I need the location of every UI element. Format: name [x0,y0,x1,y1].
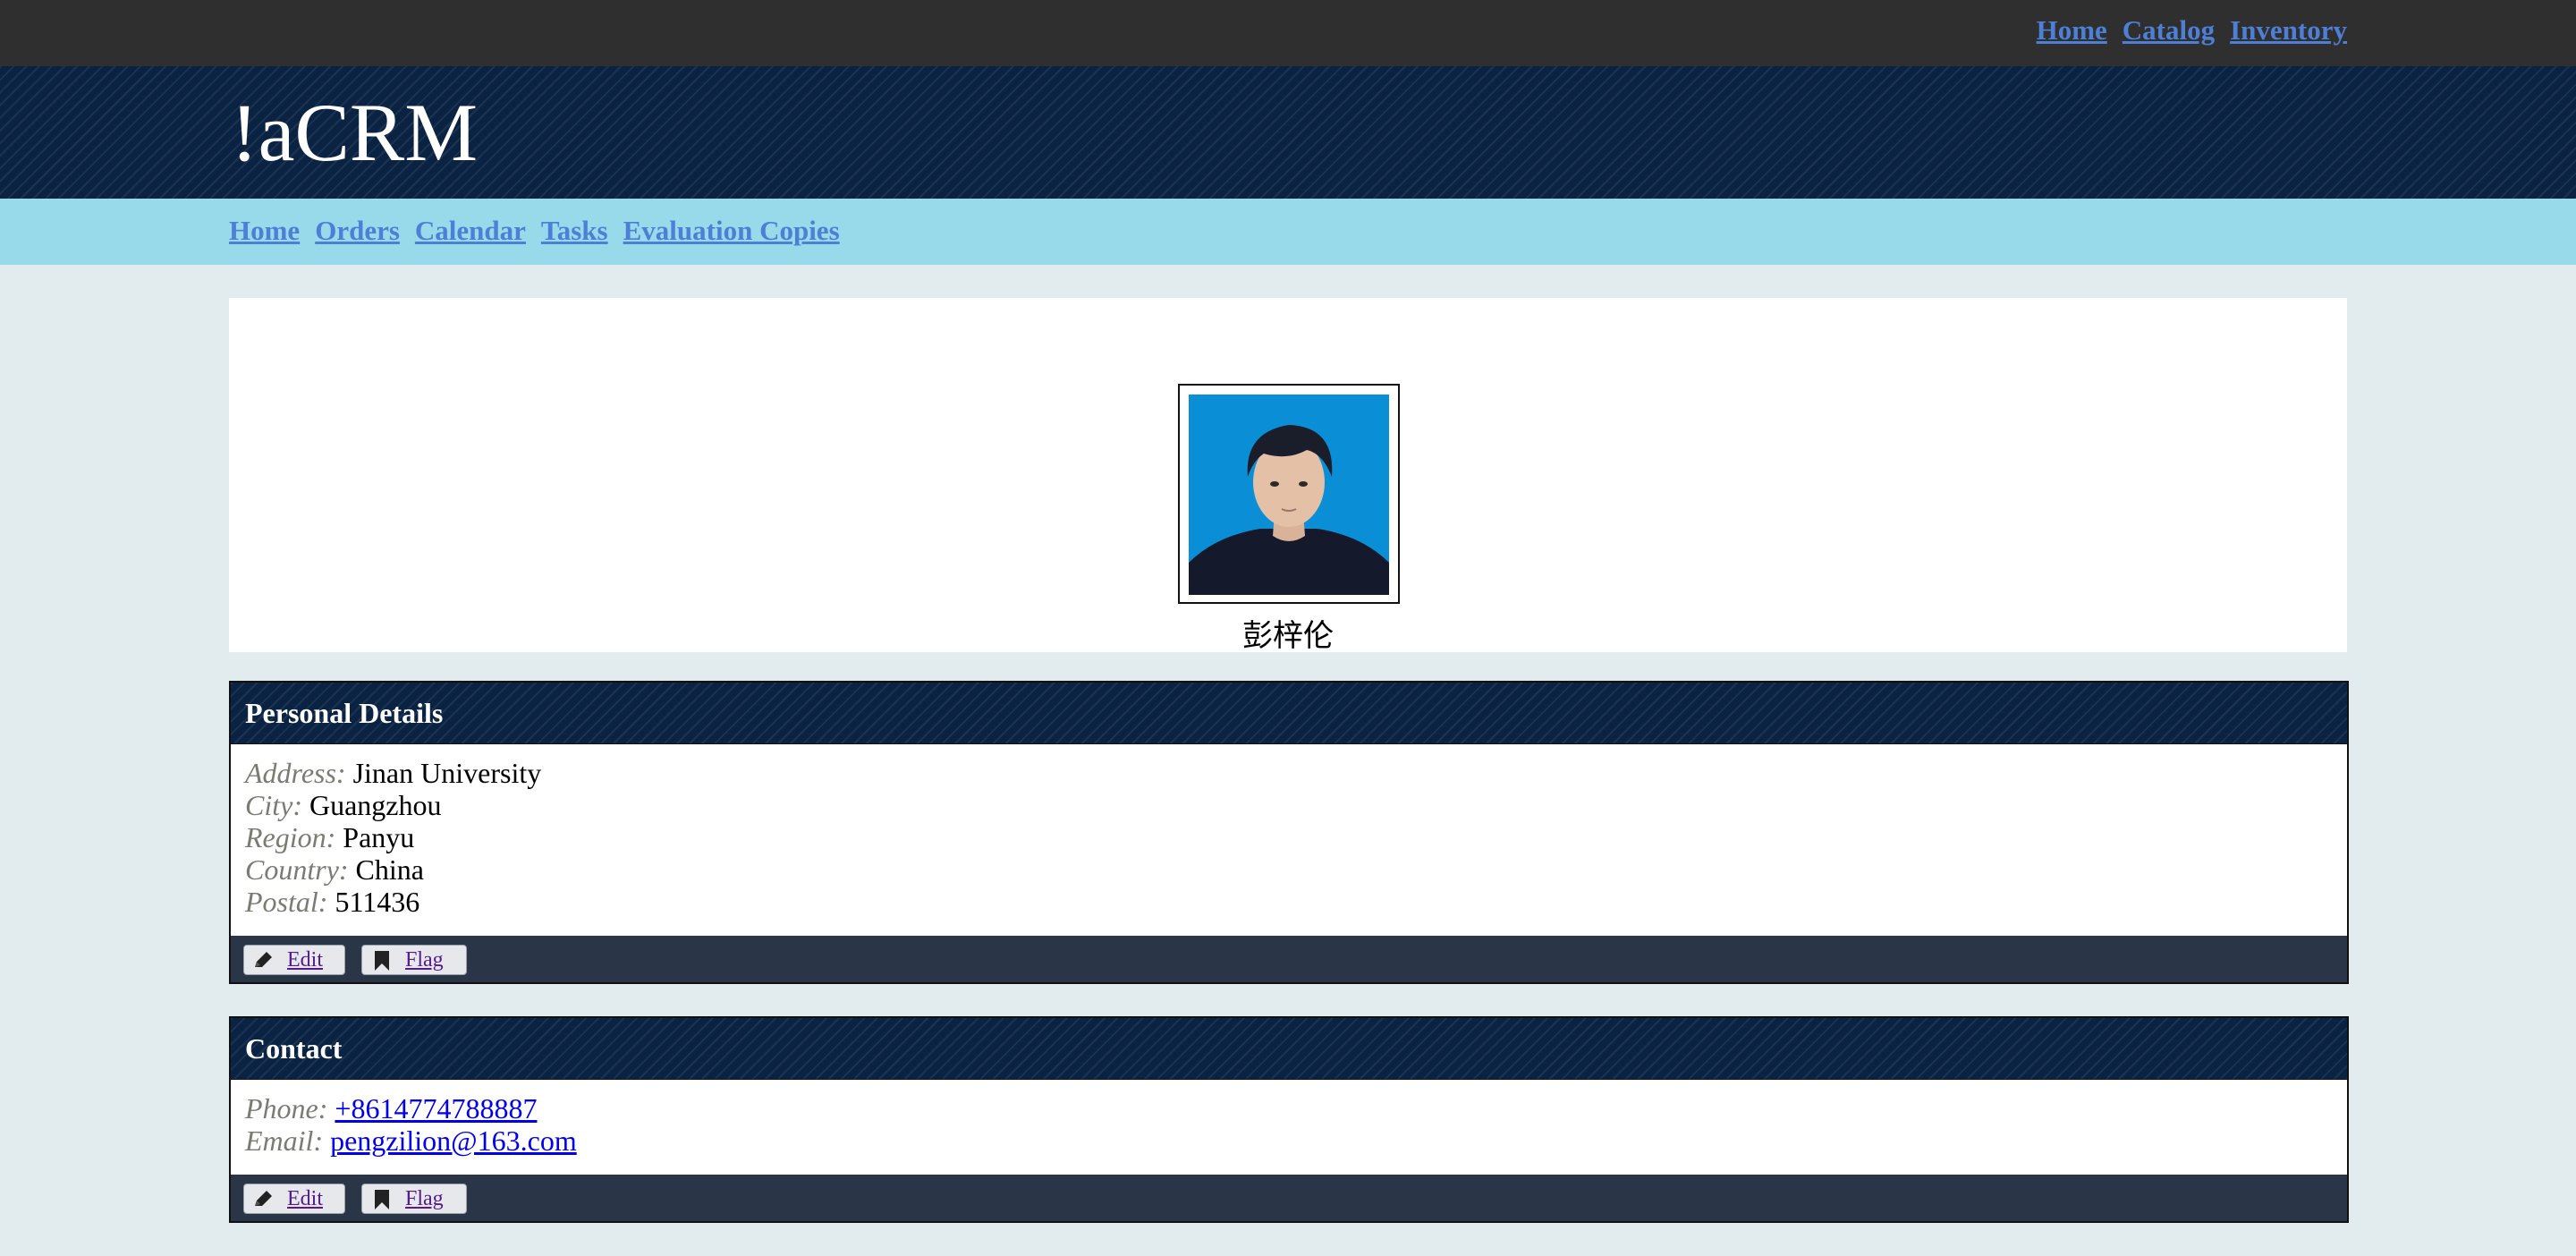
address-row: Address: Jinan University [245,757,2333,789]
contact-title: Contact [231,1018,2347,1080]
main-nav-evaluation-copies-link[interactable]: Evaluation Copies [623,215,840,247]
country-row: Country: China [245,853,2333,886]
phone-label: Phone: [245,1092,328,1124]
top-nav-catalog-link[interactable]: Catalog [2123,14,2215,47]
profile-photo-frame [1178,384,1400,604]
personal-details-panel: Personal Details Address: Jinan Universi… [229,681,2349,984]
region-label: Region: [245,821,336,853]
contact-body: Phone: +8614774788887 Email: pengzilion@… [231,1080,2347,1175]
personal-details-flag-button[interactable]: Flag [361,945,467,975]
personal-details-edit-label: Edit [287,948,323,972]
personal-details-flag-label: Flag [405,948,444,972]
main-nav-orders-link[interactable]: Orders [315,215,400,247]
pencil-icon [255,1191,272,1206]
main-nav: Home Orders Calendar Tasks Evaluation Co… [229,215,840,247]
phone-row: Phone: +8614774788887 [245,1092,2333,1124]
address-label: Address: [245,757,346,789]
contact-footer: Edit Flag [231,1175,2347,1221]
region-row: Region: Panyu [245,821,2333,853]
contact-flag-label: Flag [405,1187,444,1210]
main-nav-home-link[interactable]: Home [229,215,300,247]
top-nav-inventory-link[interactable]: Inventory [2230,14,2347,47]
main-nav-tasks-link[interactable]: Tasks [541,215,608,247]
postal-value: 511436 [335,886,420,918]
postal-row: Postal: 511436 [245,886,2333,918]
email-link[interactable]: pengzilion@163.com [330,1124,577,1157]
bookmark-flag-icon [375,1190,389,1209]
brand-title: !aCRM [231,87,478,178]
phone-link[interactable]: +8614774788887 [335,1092,537,1124]
city-value: Guangzhou [309,789,442,821]
profile-name: 彭梓伦 [1242,620,1334,653]
top-nav: Home Catalog Inventory [2037,14,2347,47]
region-value: Panyu [343,821,415,853]
top-nav-home-link[interactable]: Home [2037,14,2107,47]
contact-edit-button[interactable]: Edit [243,1184,345,1214]
header-banner: !aCRM [0,66,2576,199]
city-label: City: [245,789,302,821]
contact-edit-label: Edit [287,1187,323,1210]
country-label: Country: [245,853,349,886]
profile-photo [1189,395,1389,595]
contact-flag-button[interactable]: Flag [361,1184,467,1214]
profile-card: 彭梓伦 [229,298,2347,653]
city-row: City: Guangzhou [245,789,2333,821]
person-portrait-icon [1189,395,1389,595]
address-value: Jinan University [352,757,542,789]
top-bar: Home Catalog Inventory [0,0,2576,67]
contact-panel: Contact Phone: +8614774788887 Email: pen… [229,1016,2349,1223]
email-label: Email: [245,1124,324,1157]
bookmark-flag-icon [375,951,389,971]
country-value: China [355,853,424,886]
pencil-icon [255,952,272,967]
main-nav-calendar-link[interactable]: Calendar [415,215,526,247]
email-row: Email: pengzilion@163.com [245,1124,2333,1157]
postal-label: Postal: [245,886,328,918]
main-nav-bar: Home Orders Calendar Tasks Evaluation Co… [0,199,2576,265]
personal-details-title: Personal Details [231,683,2347,744]
personal-details-edit-button[interactable]: Edit [243,945,345,975]
personal-details-body: Address: Jinan University City: Guangzho… [231,744,2347,936]
personal-details-footer: Edit Flag [231,936,2347,982]
